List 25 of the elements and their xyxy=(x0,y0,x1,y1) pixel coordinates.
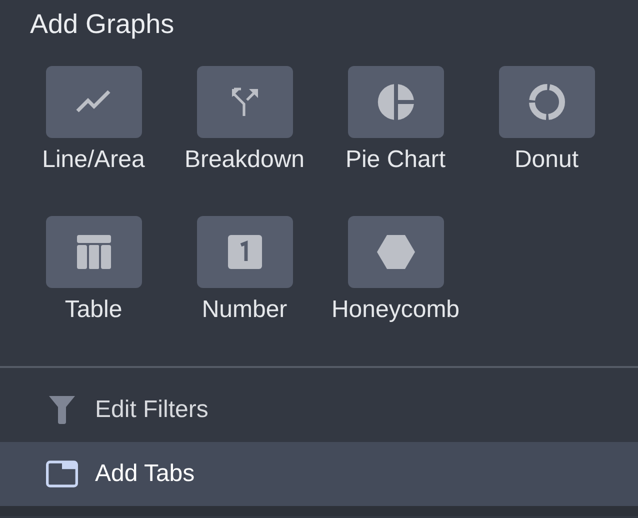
filter-icon xyxy=(49,396,75,424)
graph-type-button[interactable] xyxy=(196,216,292,288)
panel-title: Add Graphs xyxy=(29,8,176,41)
tab-icon xyxy=(46,459,78,489)
donut-chart-icon xyxy=(528,83,566,121)
graph-type-button[interactable] xyxy=(498,66,594,138)
graph-type-button[interactable] xyxy=(348,66,444,138)
graph-type-label: Breakdown xyxy=(184,145,305,175)
graph-type-button[interactable] xyxy=(348,216,444,288)
menu-item[interactable]: Edit Filters xyxy=(0,378,638,442)
graph-type-label: Table xyxy=(64,295,122,325)
graph-type-label: Honeycomb xyxy=(331,295,460,325)
hexagon-icon xyxy=(376,235,414,269)
menu-item[interactable]: Add Tabs xyxy=(0,442,638,506)
table-icon xyxy=(76,234,112,270)
number-one-icon xyxy=(228,235,262,269)
graph-type-label: Donut xyxy=(514,145,579,175)
graph-type-button[interactable] xyxy=(46,66,142,138)
graph-type-button[interactable] xyxy=(46,216,142,288)
graph-type-label: Number xyxy=(202,295,288,325)
graph-type-label: Pie Chart xyxy=(345,145,446,175)
graph-type-label: Line/Area xyxy=(42,145,145,175)
pie-chart-icon xyxy=(376,83,414,121)
line-chart-icon xyxy=(74,90,112,114)
graph-type-button[interactable] xyxy=(196,66,292,138)
